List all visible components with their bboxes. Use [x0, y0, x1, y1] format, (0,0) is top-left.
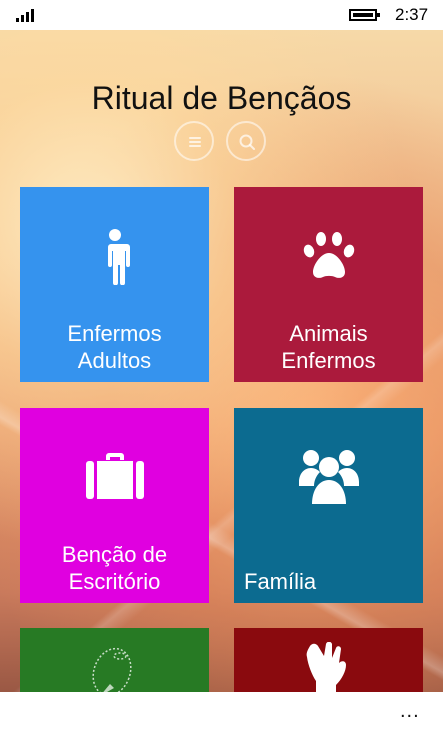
tile-familia[interactable]: Família	[234, 408, 423, 603]
app-content: Ritual de Bençãos Enfermos Adultos Anima…	[0, 30, 443, 692]
briefcase-icon	[20, 452, 209, 505]
search-button[interactable]	[226, 121, 266, 161]
more-button[interactable]: ...	[400, 700, 420, 723]
paw-icon	[234, 231, 423, 284]
tile-label: Benção de Escritório	[61, 542, 168, 594]
signal-icon	[16, 8, 38, 22]
tile-bencao-escritorio[interactable]: Benção de Escritório	[20, 408, 209, 603]
battery-icon	[349, 9, 380, 21]
app-bar: ...	[0, 692, 443, 738]
tile-label: Animais Enfermos	[281, 321, 376, 373]
page-title: Ritual de Bençãos	[91, 80, 352, 116]
tile-label: Família	[244, 569, 317, 594]
rosary-icon	[20, 638, 209, 692]
tile-blessing[interactable]	[234, 628, 423, 692]
blessing-hand-icon	[234, 642, 423, 692]
tile-animais-enfermos[interactable]: Animais Enfermos	[234, 187, 423, 382]
list-button[interactable]	[174, 121, 214, 161]
clock: 2:37	[395, 5, 429, 24]
tile-enfermos-adultos[interactable]: Enfermos Adultos	[20, 187, 209, 382]
tile-rosary[interactable]	[20, 628, 209, 692]
status-bar: 2:37	[0, 0, 443, 30]
group-icon	[234, 446, 423, 509]
tile-label: Enfermos Adultos	[67, 321, 162, 373]
person-icon	[20, 229, 209, 290]
